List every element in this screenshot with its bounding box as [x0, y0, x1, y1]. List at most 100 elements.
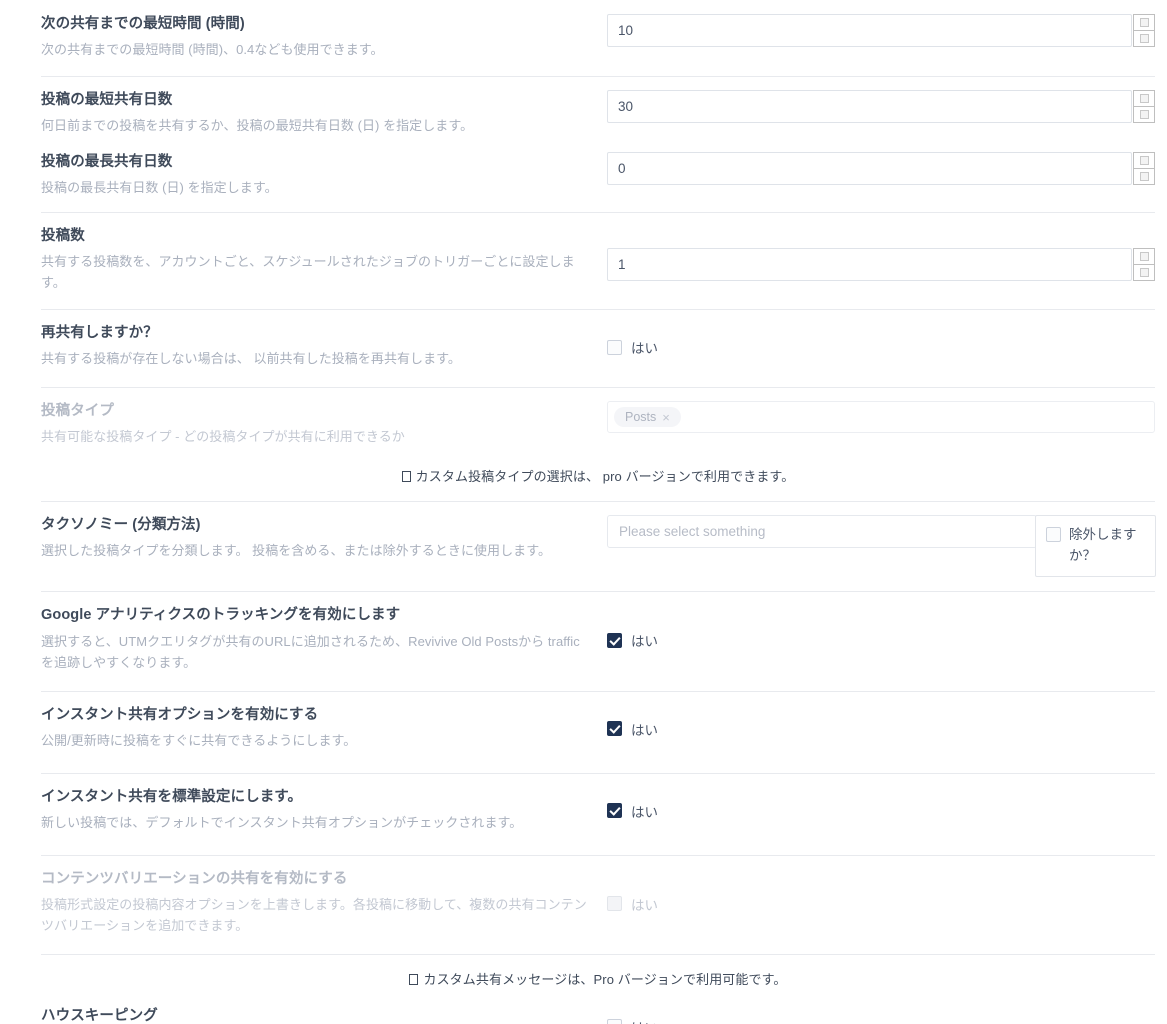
post-types-multiselect[interactable]: Posts ×	[607, 401, 1155, 434]
divider	[41, 953, 1155, 955]
taxonomies-label-col: タクソノミー (分類方法) 選択した投稿タイプを分類します。 投稿を含める、また…	[41, 515, 607, 561]
spinner-down-icon[interactable]	[1133, 168, 1155, 186]
number-of-posts-number-wrap	[607, 248, 1155, 282]
taxonomies-exclude-box[interactable]: 除外しますか？	[1035, 515, 1156, 577]
min-hours-input[interactable]	[607, 14, 1132, 47]
instant-share-default-description: 新しい投稿では、デフォルトでインスタント共有オプションがチェックされます。	[41, 814, 523, 830]
close-icon[interactable]: ×	[662, 411, 670, 424]
spinner-up-icon[interactable]	[1133, 90, 1155, 107]
instant-share-checkbox[interactable]	[607, 721, 622, 737]
reshare-checkbox-row[interactable]: はい	[607, 337, 1155, 357]
custom-message-notice-wrap: カスタム共有メッセージは、Pro バージョンで利用可能です。	[0, 953, 1167, 1004]
instant-share-default-checkbox[interactable]	[607, 803, 622, 819]
google-analytics-checkbox-row[interactable]: はい	[607, 630, 1155, 650]
content-variations-checkbox-row: はい	[607, 894, 1155, 914]
setting-row-taxonomies: タクソノミー (分類方法) 選択した投稿タイプを分類します。 投稿を含める、また…	[0, 501, 1167, 591]
number-of-posts-spinner[interactable]	[1133, 248, 1155, 282]
min-hours-label-col: 次の共有までの最短時間 (時間) 次の共有までの最短時間 (時間)、0.4なども…	[41, 14, 607, 60]
post-types-title: 投稿タイプ	[41, 403, 114, 420]
housekeeping-label-col: ハウスキーピング Revive Old Postsを削除する時に、保存された設定…	[41, 1006, 607, 1024]
post-types-pro-notice-text: カスタム投稿タイプの選択は、 pro バージョンで利用できます。	[415, 469, 795, 485]
taxonomies-select-placeholder: Please select something	[619, 524, 766, 540]
min-days-number-wrap	[607, 90, 1155, 124]
spinner-up-icon[interactable]	[1133, 14, 1155, 31]
post-type-tag-label: Posts	[625, 410, 657, 425]
content-variations-description: 投稿形式設定の投稿内容オプションを上書きします。各投稿に移動して、複数の共有コン…	[41, 896, 587, 933]
instant-share-default-label-col: インスタント共有を標準設定にします。 新しい投稿では、デフォルトでインスタント共…	[41, 787, 607, 833]
max-days-description: 投稿の最長共有日数 (日) を指定します。	[41, 180, 278, 196]
instant-share-default-checkbox-row[interactable]: はい	[607, 801, 1155, 821]
custom-message-pro-notice: カスタム共有メッセージは、Pro バージョンで利用可能です。	[0, 954, 1167, 1004]
spinner-up-icon[interactable]	[1133, 248, 1155, 265]
taxonomies-exclude-checkbox[interactable]	[1046, 527, 1061, 543]
setting-row-google-analytics: Google アナリティクスのトラッキングを有効にします 選択すると、UTMクエ…	[0, 591, 1167, 690]
setting-row-housekeeping: ハウスキーピング Revive Old Postsを削除する時に、保存された設定…	[0, 1004, 1167, 1024]
housekeeping-checkbox-row[interactable]: はい	[607, 1017, 1155, 1024]
min-hours-spinner[interactable]	[1133, 14, 1155, 47]
reshare-description: 共有する投稿が存在しない場合は、 以前共有した投稿を再共有します。	[41, 351, 461, 367]
instant-share-field-col: はい	[607, 705, 1155, 739]
min-hours-number-wrap	[607, 14, 1155, 47]
housekeeping-title: ハウスキーピング	[41, 1007, 158, 1024]
instant-share-checkbox-row[interactable]: はい	[607, 719, 1155, 739]
google-analytics-checkbox-label: はい	[631, 634, 658, 650]
google-analytics-label-col: Google アナリティクスのトラッキングを有効にします 選択すると、UTMクエ…	[41, 605, 607, 672]
instant-share-default-field-col: はい	[607, 787, 1155, 821]
housekeeping-field-col: はい	[607, 1006, 1155, 1024]
post-types-pro-notice: カスタム投稿タイプの選択は、 pro バージョンで利用できます。	[0, 453, 1167, 501]
content-variations-checkbox	[607, 896, 622, 912]
setting-row-instant-share: インスタント共有オプションを有効にする 公開/更新時に投稿をすぐに共有できるよう…	[0, 690, 1167, 773]
taxonomies-exclude-label: 除外しますか？	[1069, 527, 1137, 563]
post-type-tag-posts[interactable]: Posts ×	[614, 407, 681, 428]
taxonomies-select[interactable]: Please select something	[607, 515, 1037, 549]
taxonomies-field-col: Please select something 除外しますか？	[607, 515, 1156, 577]
reshare-field-col: はい	[607, 323, 1155, 357]
setting-row-reshare: 再共有しますか？ 共有する投稿が存在しない場合は、 以前共有した投稿を再共有しま…	[0, 309, 1167, 387]
housekeeping-checkbox[interactable]	[607, 1019, 622, 1024]
max-days-label-col: 投稿の最長共有日数 投稿の最長共有日数 (日) を指定します。	[41, 152, 607, 198]
min-days-spinner[interactable]	[1133, 90, 1155, 124]
instant-share-default-title: インスタント共有を標準設定にします。	[41, 788, 303, 805]
instant-share-title: インスタント共有オプションを有効にする	[41, 706, 319, 723]
google-analytics-title: Google アナリティクスのトラッキングを有効にします	[41, 607, 401, 624]
post-types-field-col: Posts ×	[607, 401, 1155, 434]
number-of-posts-title: 投稿数	[41, 228, 85, 245]
google-analytics-checkbox[interactable]	[607, 632, 622, 648]
reshare-checkbox[interactable]	[607, 339, 622, 355]
spinner-up-icon[interactable]	[1133, 152, 1155, 169]
min-hours-field-col	[607, 14, 1155, 47]
max-days-spinner[interactable]	[1133, 152, 1155, 186]
content-variations-checkbox-label: はい	[631, 897, 658, 913]
google-analytics-description: 選択すると、UTMクエリタグが共有のURLに追加されるため、Revivive O…	[41, 633, 580, 670]
min-days-label-col: 投稿の最短共有日数 何日前までの投稿を共有するか、投稿の最短共有日数 (日) を…	[41, 90, 607, 136]
number-of-posts-field-col	[607, 226, 1155, 282]
instant-share-description: 公開/更新時に投稿をすぐに共有できるようにします。	[41, 732, 357, 748]
number-of-posts-input[interactable]	[607, 248, 1132, 282]
custom-message-pro-notice-text: カスタム共有メッセージは、Pro バージョンで利用可能です。	[423, 971, 787, 987]
housekeeping-checkbox-label: はい	[631, 1017, 658, 1024]
max-days-title: 投稿の最長共有日数	[41, 154, 173, 171]
lock-icon	[409, 973, 419, 985]
taxonomies-title: タクソノミー (分類方法)	[41, 517, 201, 534]
max-days-input[interactable]	[607, 152, 1132, 186]
reshare-title: 再共有しますか？	[41, 325, 158, 342]
spinner-down-icon[interactable]	[1133, 30, 1155, 47]
number-of-posts-label-col: 投稿数 共有する投稿数を、アカウントごと、スケジュールされたジョブのトリガーごと…	[41, 226, 607, 293]
setting-row-post-types: 投稿タイプ 共有可能な投稿タイプ - どの投稿タイプが共有に利用できるか Pos…	[0, 387, 1167, 453]
lock-icon	[401, 471, 411, 483]
max-days-field-col	[607, 152, 1155, 186]
setting-row-max-days: 投稿の最長共有日数 投稿の最長共有日数 (日) を指定します。	[0, 148, 1167, 212]
min-hours-description: 次の共有までの最短時間 (時間)、0.4なども使用できます。	[41, 42, 384, 58]
post-types-description: 共有可能な投稿タイプ - どの投稿タイプが共有に利用できるか	[41, 429, 405, 445]
spinner-down-icon[interactable]	[1133, 106, 1155, 124]
content-variations-label-col: コンテンツバリエーションの共有を有効にする 投稿形式設定の投稿内容オプションを上…	[41, 869, 607, 936]
spinner-down-icon[interactable]	[1133, 264, 1155, 282]
setting-row-number-of-posts: 投稿数 共有する投稿数を、アカウントごと、スケジュールされたジョブのトリガーごと…	[0, 212, 1167, 309]
max-days-number-wrap	[607, 152, 1155, 186]
min-days-description: 何日前までの投稿を共有するか、投稿の最短共有日数 (日) を指定します。	[41, 118, 474, 134]
setting-row-min-hours: 次の共有までの最短時間 (時間) 次の共有までの最短時間 (時間)、0.4なども…	[0, 0, 1167, 76]
taxonomies-description: 選択した投稿タイプを分類します。 投稿を含める、または除外するときに使用します。	[41, 543, 552, 559]
min-days-input[interactable]	[607, 90, 1132, 124]
content-variations-title: コンテンツバリエーションの共有を有効にする	[41, 870, 348, 887]
post-types-label-col: 投稿タイプ 共有可能な投稿タイプ - どの投稿タイプが共有に利用できるか	[41, 401, 607, 447]
